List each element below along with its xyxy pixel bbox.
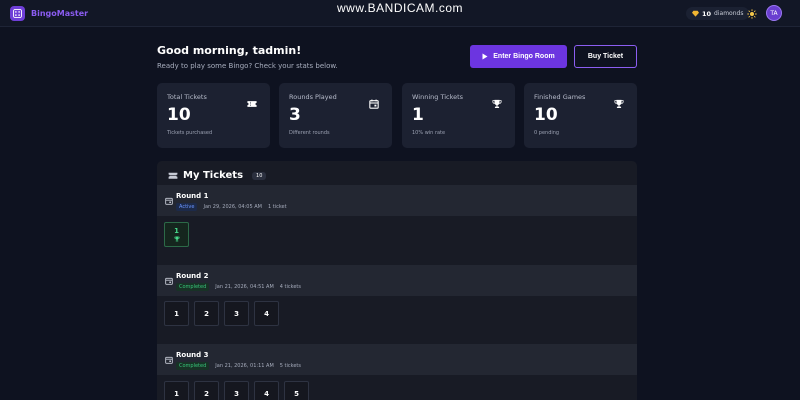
- ticket-card[interactable]: 4: [254, 301, 279, 326]
- ticket-card[interactable]: 1: [164, 301, 189, 326]
- round-meta: Completed Jan 21, 2026, 04:51 AM 4 ticke…: [176, 283, 301, 291]
- stat-label: Rounds Played: [289, 93, 337, 101]
- round-meta: Completed Jan 21, 2026, 01:11 AM 5 ticke…: [176, 362, 301, 370]
- my-tickets-panel: My Tickets 10 Round 1 Active Jan 29, 202…: [157, 161, 637, 400]
- stat-sub: Tickets purchased: [167, 130, 213, 136]
- my-tickets-header: My Tickets 10: [168, 170, 267, 181]
- trophy-icon: [614, 99, 624, 108]
- round-name: Round 3: [176, 351, 209, 359]
- play-icon: [482, 53, 488, 60]
- round-name: Round 2: [176, 272, 209, 280]
- round-ticket-count: 5 tickets: [279, 363, 301, 369]
- round-name: Round 1: [176, 192, 209, 200]
- ticket-card[interactable]: 5: [284, 381, 309, 400]
- round-ticket-count: 1 ticket: [267, 204, 287, 210]
- round-date: Jan 29, 2026, 04:05 AM: [203, 204, 262, 210]
- ticket-list: 1 2 3 4 5: [164, 381, 309, 400]
- ticket-icon: [247, 101, 257, 107]
- tickets-count-badge: 10: [252, 171, 267, 180]
- top-bar: BingoMaster www.BANDICAM.com 10 diamonds…: [0, 0, 800, 27]
- round-ticket-count: 4 tickets: [279, 284, 301, 290]
- page-subtitle: Ready to play some Bingo? Check your sta…: [157, 62, 338, 70]
- diamond-icon: [692, 10, 699, 17]
- ticket-card[interactable]: 2: [194, 301, 219, 326]
- ticket-card-winning[interactable]: 1: [164, 222, 189, 247]
- sun-icon: [746, 8, 757, 19]
- enter-bingo-room-label: Enter Bingo Room: [493, 53, 555, 60]
- trophy-icon: [492, 99, 502, 108]
- stat-card-winning-tickets: Winning Tickets 1 10% win rate: [402, 83, 515, 148]
- status-badge: Completed: [176, 283, 210, 291]
- stat-sub: 0 pending: [534, 130, 560, 136]
- greeting: Good morning, tadmin! Ready to play some…: [157, 44, 338, 70]
- status-badge: Completed: [176, 362, 210, 370]
- ticket-card[interactable]: 1: [164, 381, 189, 400]
- calendar-icon: [165, 277, 173, 285]
- stat-sub: Different rounds: [289, 130, 330, 136]
- stat-value: 1: [412, 105, 424, 125]
- stat-card-finished-games: Finished Games 10 0 pending: [524, 83, 637, 148]
- ticket-card[interactable]: 4: [254, 381, 279, 400]
- ticket-card[interactable]: 3: [224, 381, 249, 400]
- my-tickets-title: My Tickets: [183, 170, 244, 181]
- stat-sub: 10% win rate: [412, 130, 446, 136]
- stat-label: Finished Games: [534, 93, 586, 101]
- calendar-icon: [165, 197, 173, 205]
- round-date: Jan 21, 2026, 01:11 AM: [215, 363, 274, 369]
- diamonds-badge[interactable]: 10 diamonds: [686, 7, 750, 20]
- round-meta: Active Jan 29, 2026, 04:05 AM 1 ticket: [176, 203, 287, 211]
- round-header[interactable]: Round 2 Completed Jan 21, 2026, 04:51 AM…: [157, 265, 637, 296]
- page-title: Good morning, tadmin!: [157, 44, 302, 57]
- calendar-icon: [165, 356, 173, 364]
- trophy-icon: [173, 236, 180, 242]
- avatar[interactable]: TA: [766, 5, 782, 21]
- ticket-card[interactable]: 2: [194, 381, 219, 400]
- stat-card-total-tickets: Total Tickets 10 Tickets purchased: [157, 83, 270, 148]
- status-badge: Active: [176, 203, 198, 211]
- ticket-number: 1: [174, 227, 179, 235]
- enter-bingo-room-button[interactable]: Enter Bingo Room: [470, 45, 567, 68]
- round-header[interactable]: Round 1 Active Jan 29, 2026, 04:05 AM 1 …: [157, 185, 637, 216]
- stat-card-rounds-played: Rounds Played 3 Different rounds: [279, 83, 392, 148]
- round-header[interactable]: Round 3 Completed Jan 21, 2026, 01:11 AM…: [157, 344, 637, 375]
- ticket-list: 1 2 3 4: [164, 301, 279, 326]
- ticket-list: 1: [164, 222, 189, 247]
- stat-value: 10: [167, 105, 191, 125]
- buy-ticket-button[interactable]: Buy Ticket: [574, 45, 637, 68]
- stat-label: Winning Tickets: [412, 93, 464, 101]
- ticket-card[interactable]: 3: [224, 301, 249, 326]
- calendar-icon: [369, 99, 379, 109]
- tickets-icon: [168, 172, 178, 179]
- round-date: Jan 21, 2026, 04:51 AM: [215, 284, 274, 290]
- theme-toggle-button[interactable]: [745, 7, 758, 20]
- diamonds-label: diamonds: [714, 10, 744, 17]
- diamonds-count: 10: [702, 9, 712, 18]
- stat-value: 10: [534, 105, 558, 125]
- stat-value: 3: [289, 105, 301, 125]
- stat-label: Total Tickets: [167, 93, 207, 101]
- recording-watermark: www.BANDICAM.com: [336, 1, 463, 15]
